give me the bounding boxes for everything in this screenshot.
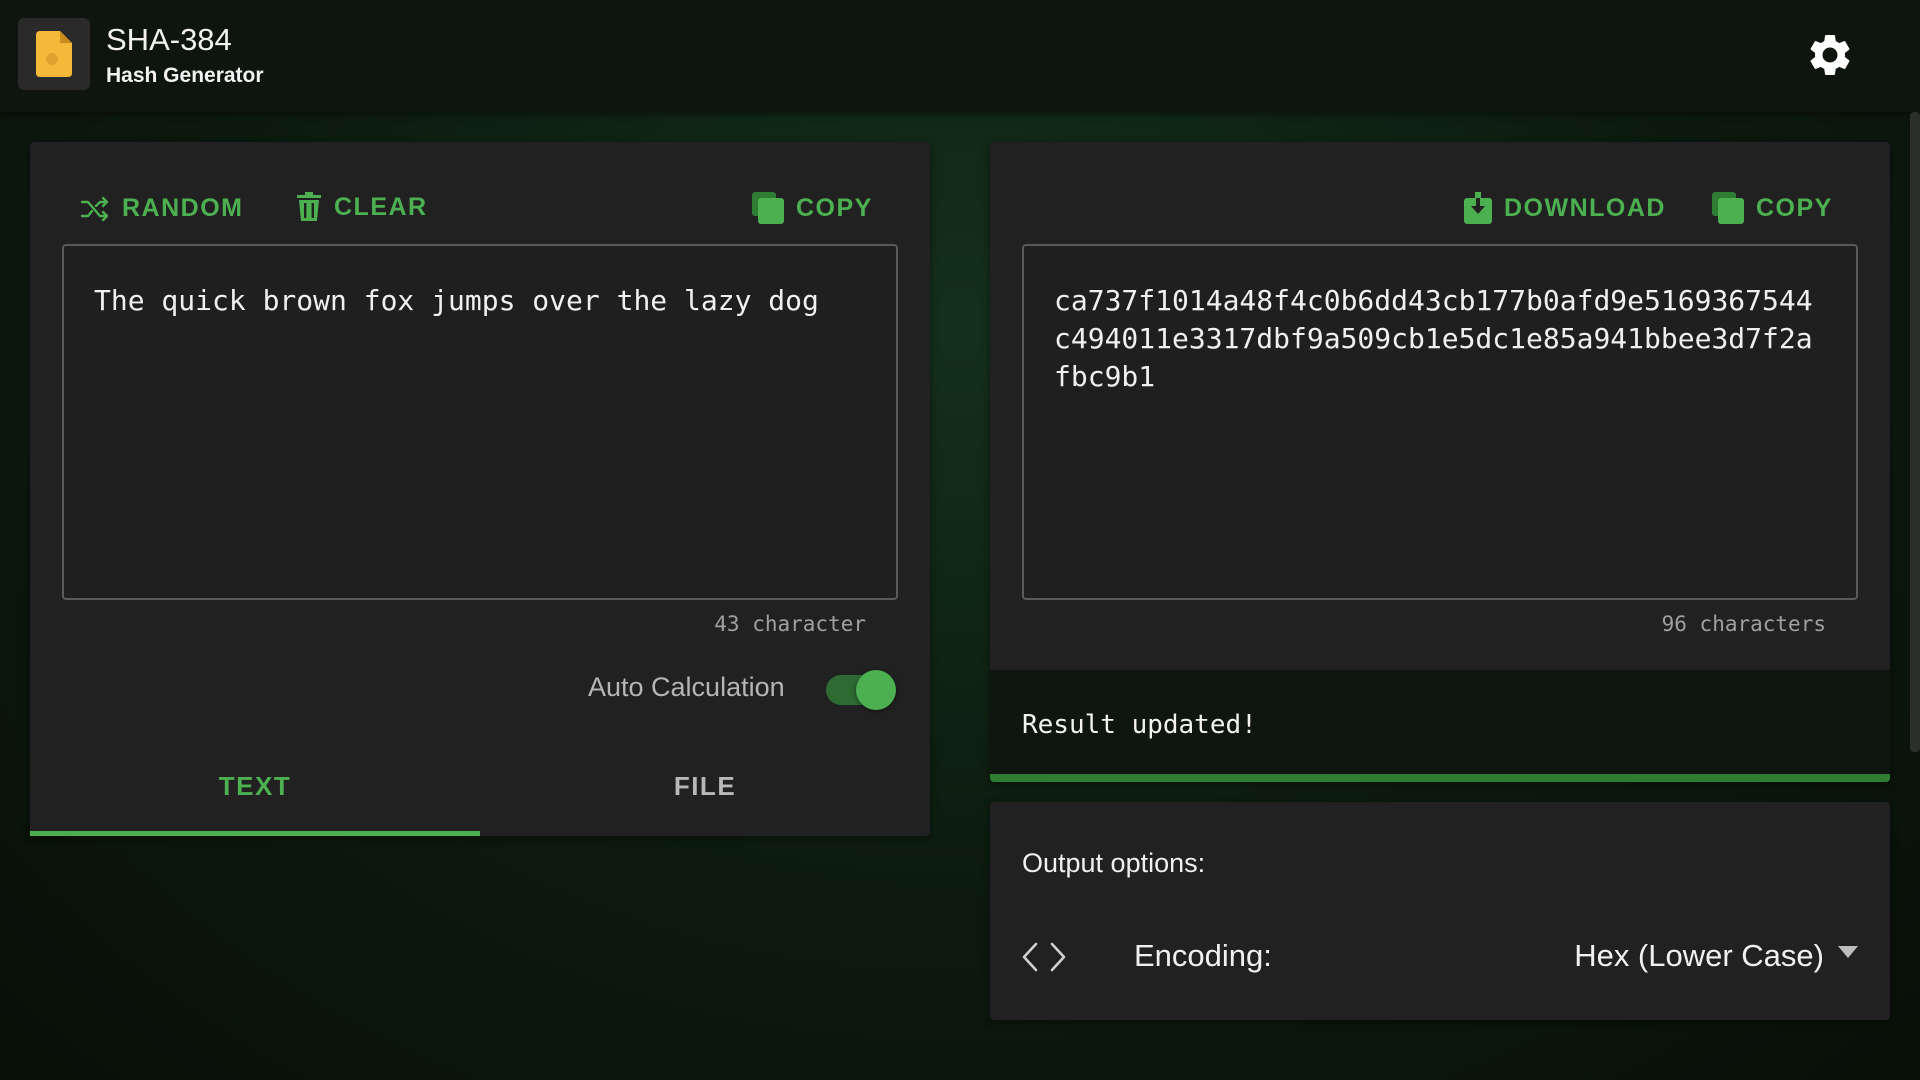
input-textarea[interactable]: The quick brown fox jumps over the lazy … <box>62 244 898 600</box>
options-card: Output options: Encoding: Hex (Lower Cas… <box>990 802 1890 1020</box>
app-subtitle: Hash Generator <box>106 64 264 87</box>
settings-button[interactable] <box>1805 30 1855 80</box>
app-bar: SHA-384 Hash Generator <box>0 0 1920 112</box>
page-scrollbar[interactable] <box>1910 112 1920 752</box>
tab-text[interactable]: TEXT <box>30 747 480 825</box>
auto-calculation-label: Auto Calculation <box>588 672 785 702</box>
clear-button[interactable]: CLEAR <box>296 192 428 222</box>
copy-label: COPY <box>796 193 873 222</box>
copy-icon <box>1712 192 1744 224</box>
output-options-title: Output options: <box>1022 848 1206 878</box>
encoding-value: Hex (Lower Case) <box>1574 938 1824 973</box>
app-title: SHA-384 <box>106 22 232 57</box>
output-hash-textarea[interactable]: ca737f1014a48f4c0b6dd43cb177b0afd9e51693… <box>1022 244 1858 600</box>
input-char-count: 43 character <box>714 612 866 636</box>
gear-icon <box>1810 34 1850 75</box>
encoding-select[interactable]: Hex (Lower Case) <box>1574 938 1858 974</box>
random-label: RANDOM <box>122 194 244 222</box>
toggle-knob <box>856 670 896 710</box>
active-tab-indicator <box>30 831 480 836</box>
copy-input-button[interactable]: COPY <box>752 192 873 224</box>
download-button[interactable]: DOWNLOAD <box>1464 192 1666 224</box>
trash-icon <box>297 192 321 221</box>
auto-calculation-toggle[interactable] <box>826 670 896 710</box>
status-message: Result updated! <box>1022 710 1257 740</box>
shuffle-icon <box>80 196 109 221</box>
copy-output-button[interactable]: COPY <box>1712 192 1833 224</box>
tab-file[interactable]: FILE <box>480 747 930 825</box>
encoding-label: Encoding: <box>1134 938 1272 973</box>
file-document-icon <box>36 31 72 77</box>
download-icon <box>1464 192 1492 224</box>
random-button[interactable]: RANDOM <box>80 194 244 223</box>
download-label: DOWNLOAD <box>1504 193 1666 222</box>
input-card: RANDOM CLEAR COPY The quick brown fox ju… <box>30 142 930 836</box>
status-snackbar: Result updated! <box>990 670 1890 782</box>
code-icon <box>1022 942 1066 972</box>
copy-label: COPY <box>1756 193 1833 222</box>
app-logo <box>18 18 90 90</box>
chevron-down-icon <box>1838 946 1858 958</box>
output-char-count: 96 characters <box>1661 612 1826 636</box>
copy-icon <box>752 192 784 224</box>
snackbar-progress <box>990 774 1890 782</box>
clear-label: CLEAR <box>334 192 428 221</box>
